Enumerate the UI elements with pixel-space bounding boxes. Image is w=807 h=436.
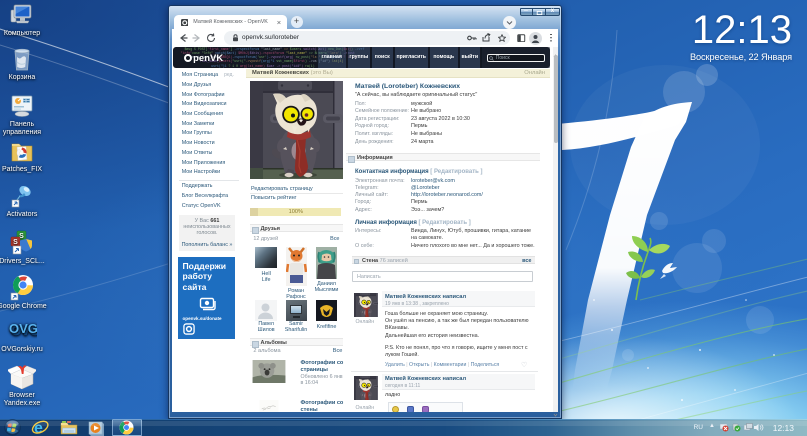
svg-text:OVG: OVG [9,321,37,336]
svg-text:S: S [13,239,18,246]
